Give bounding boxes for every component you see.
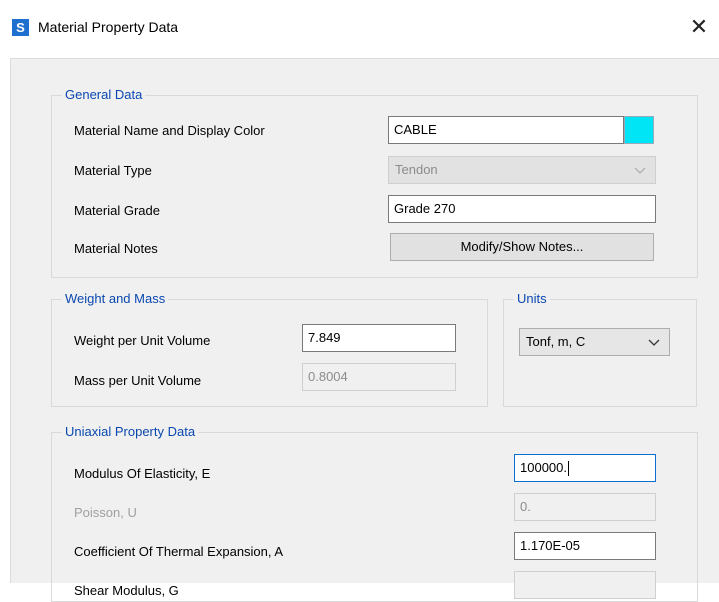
units-title: Units	[514, 291, 550, 306]
poisson-label: Poisson, U	[74, 505, 137, 520]
weight-label: Weight per Unit Volume	[74, 333, 211, 348]
chevron-down-icon	[648, 339, 660, 346]
material-type-value: Tendon	[395, 162, 438, 177]
uniaxial-property-group: Uniaxial Property Data Modulus Of Elasti…	[51, 424, 698, 602]
modulus-value: 100000.	[520, 460, 567, 475]
weight-and-mass-title: Weight and Mass	[62, 291, 169, 306]
thermal-label: Coefficient Of Thermal Expansion, A	[74, 544, 284, 559]
general-data-group: General Data Material Name and Display C…	[51, 87, 698, 278]
general-data-title: General Data	[62, 87, 146, 102]
mass-field: 0.8004	[302, 363, 456, 391]
display-color-swatch[interactable]	[624, 116, 654, 144]
material-grade-label: Material Grade	[74, 203, 160, 218]
material-name-field[interactable]: CABLE	[388, 116, 624, 144]
material-type-label: Material Type	[74, 163, 152, 178]
weight-and-mass-group: Weight and Mass Weight per Unit Volume 7…	[51, 291, 488, 407]
shear-label: Shear Modulus, G	[74, 583, 179, 598]
units-dropdown[interactable]: Tonf, m, C	[519, 328, 670, 356]
units-group: Units Tonf, m, C	[503, 291, 697, 407]
dialog-body: General Data Material Name and Display C…	[10, 58, 719, 602]
material-notes-label: Material Notes	[74, 241, 158, 256]
material-name-label: Material Name and Display Color	[74, 123, 265, 138]
thermal-field[interactable]: 1.170E-05	[514, 532, 656, 560]
mass-label: Mass per Unit Volume	[74, 373, 202, 388]
title-bar: S Material Property Data ✕	[0, 0, 719, 58]
material-type-dropdown[interactable]: Tendon	[388, 156, 656, 184]
text-caret	[568, 461, 569, 477]
uniaxial-property-title: Uniaxial Property Data	[62, 424, 199, 439]
chevron-down-icon	[634, 167, 646, 174]
app-icon: S	[12, 19, 29, 36]
material-grade-field[interactable]: Grade 270	[388, 195, 656, 223]
poisson-field: 0.	[514, 493, 656, 521]
close-icon[interactable]: ✕	[686, 14, 712, 40]
window-title: Material Property Data	[38, 19, 179, 35]
units-value: Tonf, m, C	[526, 334, 586, 349]
shear-field	[514, 571, 656, 599]
modulus-label: Modulus Of Elasticity, E	[74, 466, 211, 481]
weight-field[interactable]: 7.849	[302, 324, 456, 352]
modify-notes-button[interactable]: Modify/Show Notes...	[390, 233, 654, 261]
modulus-field[interactable]: 100000.	[514, 454, 656, 482]
